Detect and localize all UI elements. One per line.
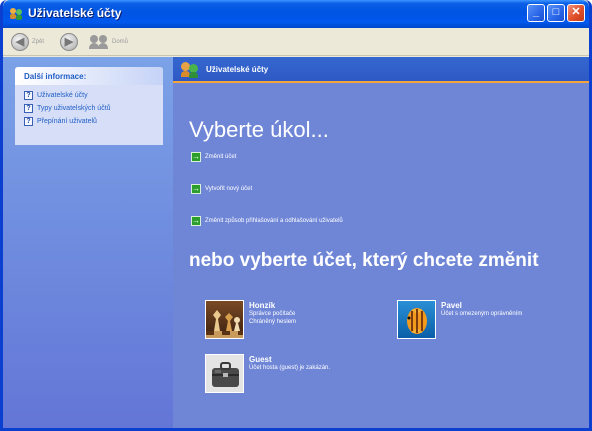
- green-arrow-icon: →: [191, 216, 201, 226]
- info-link-label: Typy uživatelských účtů: [37, 104, 111, 112]
- content-header-title: Uživatelské účty: [206, 65, 269, 74]
- more-info-box: Další informace: ? Uživatelské účty ? Ty…: [15, 67, 163, 145]
- forward-button[interactable]: ▶: [60, 32, 78, 52]
- more-info-links: ? Uživatelské účty ? Typy uživatelských …: [15, 85, 163, 127]
- account-name: Honzík: [249, 301, 276, 310]
- task-label: Vytvořit nový účet: [205, 186, 253, 192]
- close-icon: ✕: [571, 6, 581, 18]
- task-heading: Vyberte úkol...: [189, 117, 329, 142]
- help-icon: ?: [24, 103, 33, 113]
- account-heading: nebo vyberte účet, který chcete změnit: [189, 250, 539, 271]
- back-button[interactable]: ◀ Zpět: [11, 32, 44, 52]
- fish-icon: [397, 300, 436, 339]
- close-button[interactable]: ✕: [567, 4, 585, 22]
- more-info-heading: Další informace:: [15, 67, 163, 85]
- back-arrow-icon: ◀: [11, 33, 29, 51]
- main-content: Uživatelské účty Vyberte úkol... → Změni…: [173, 57, 589, 428]
- content-header: Uživatelské účty: [173, 57, 589, 83]
- account-name: Guest: [249, 355, 272, 364]
- navigation-toolbar: ◀ Zpět ▶ Domů: [3, 28, 589, 56]
- minimize-icon: _: [532, 6, 540, 18]
- minimize-button[interactable]: _: [527, 4, 545, 22]
- user-accounts-icon: [10, 8, 22, 20]
- help-icon: ?: [24, 90, 33, 100]
- account-guest[interactable]: Guest Účet hosta (guest) je zakázán.: [205, 354, 330, 393]
- account-password-status: Chráněný heslem: [249, 319, 297, 325]
- user-accounts-icon: [181, 62, 199, 78]
- home-label: Domů: [112, 39, 129, 45]
- users-home-icon: [89, 34, 109, 50]
- briefcase-icon: [205, 354, 244, 393]
- info-link-account-types[interactable]: ? Typy uživatelských účtů: [24, 102, 163, 114]
- task-label: Změnit účet: [205, 154, 237, 160]
- maximize-icon: □: [552, 6, 560, 18]
- account-type: Účet s omezeným oprávněním: [441, 311, 523, 317]
- green-arrow-icon: →: [191, 184, 201, 194]
- info-link-switching-users[interactable]: ? Přepínání uživatelů: [24, 115, 163, 127]
- info-link-label: Uživatelské účty: [37, 91, 88, 99]
- task-label: Změnit způsob přihlašování a odhlašování…: [205, 218, 343, 224]
- maximize-button[interactable]: □: [547, 4, 565, 22]
- user-accounts-window: Uživatelské účty _ □ ✕ ◀ Zpět ▶ Domů Dal…: [0, 0, 592, 431]
- account-type: Správce počítače: [249, 311, 296, 317]
- back-label: Zpět: [32, 39, 45, 45]
- account-honzik[interactable]: Honzík Správce počítače Chráněný heslem: [205, 300, 296, 339]
- task-change-logon[interactable]: → Změnit způsob přihlašování a odhlašová…: [191, 216, 343, 226]
- account-details: Honzík Správce počítače Chráněný heslem: [249, 300, 296, 339]
- task-change-account[interactable]: → Změnit účet: [191, 152, 236, 162]
- help-icon: ?: [24, 116, 33, 126]
- forward-arrow-icon: ▶: [60, 33, 78, 51]
- title-bar[interactable]: Uživatelské účty _ □ ✕: [3, 0, 589, 28]
- account-status: Účet hosta (guest) je zakázán.: [249, 365, 331, 371]
- account-name: Pavel: [441, 301, 462, 310]
- task-pane: Další informace: ? Uživatelské účty ? Ty…: [3, 57, 173, 428]
- info-link-label: Přepínání uživatelů: [37, 117, 97, 125]
- green-arrow-icon: →: [191, 152, 201, 162]
- chess-icon: [205, 300, 244, 339]
- home-button[interactable]: Domů: [89, 32, 128, 52]
- info-link-user-accounts[interactable]: ? Uživatelské účty: [24, 89, 163, 101]
- task-create-account[interactable]: → Vytvořit nový účet: [191, 184, 252, 194]
- account-details: Pavel Účet s omezeným oprávněním: [441, 300, 522, 339]
- window-title: Uživatelské účty: [28, 6, 122, 20]
- account-details: Guest Účet hosta (guest) je zakázán.: [249, 354, 330, 393]
- account-pavel[interactable]: Pavel Účet s omezeným oprávněním: [397, 300, 522, 339]
